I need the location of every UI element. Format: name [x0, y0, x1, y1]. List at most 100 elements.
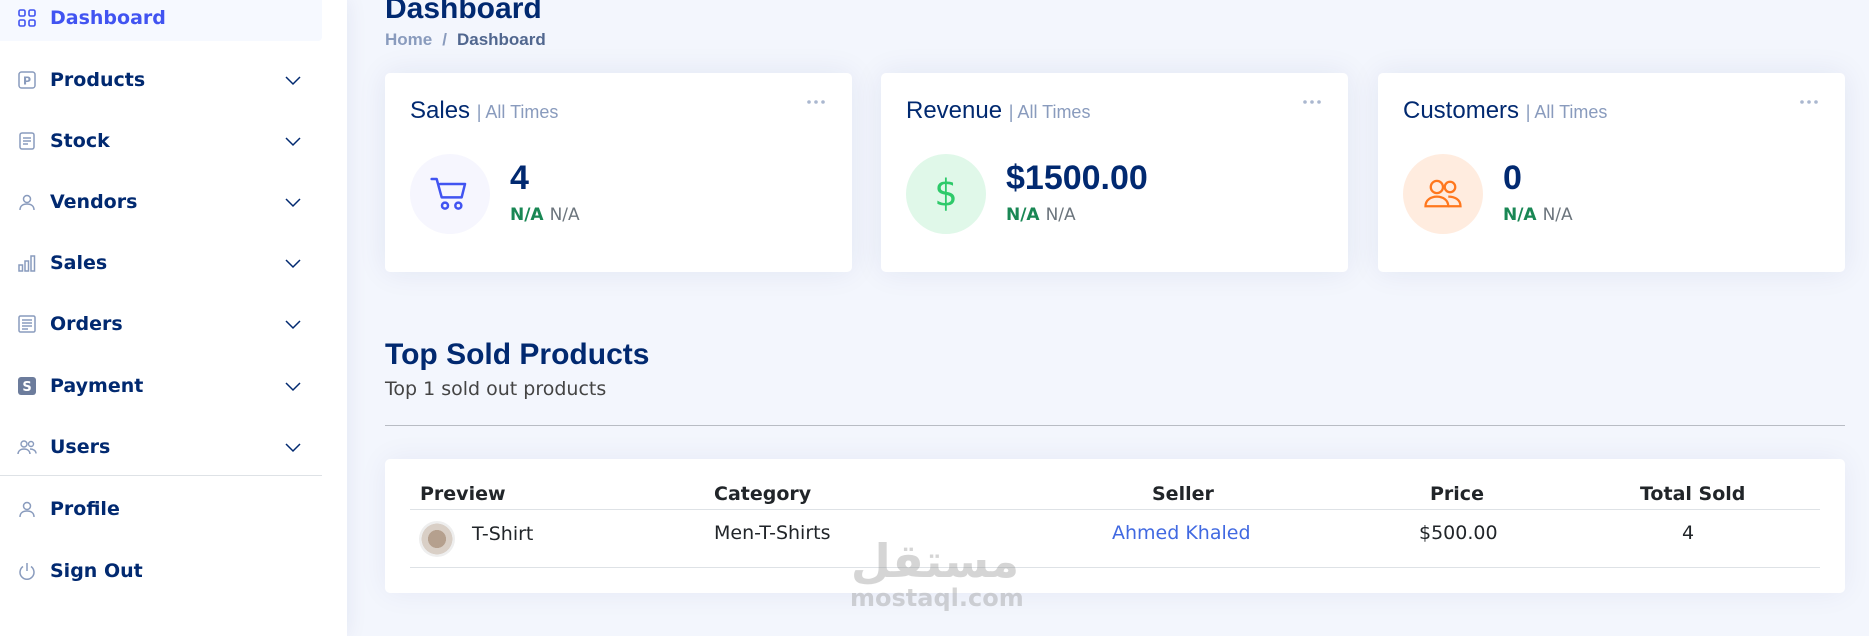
sidebar: Dashboard P Products Stock Vendors Sales — [0, 0, 347, 636]
more-options-icon[interactable] — [1302, 97, 1322, 107]
mostaql-watermark: مستقل mostaql.com — [850, 534, 1024, 628]
sidebar-item-label: Products — [50, 69, 146, 91]
dollar-icon: $ — [934, 174, 957, 214]
list-icon — [16, 130, 38, 152]
chevron-down-icon — [285, 76, 301, 86]
card-period: | All Times — [1008, 102, 1091, 122]
person-icon — [16, 498, 38, 520]
sidebar-item-orders[interactable]: Orders — [0, 301, 322, 347]
card-change-value: N/A — [510, 205, 544, 225]
cart-icon-badge — [410, 154, 490, 234]
dollar-icon-badge: $ — [906, 154, 986, 234]
column-header-seller: Seller — [1152, 483, 1214, 505]
card-title: Customers | All Times — [1403, 97, 1607, 125]
card-title-text: Revenue — [906, 97, 1003, 124]
card-title-text: Customers — [1403, 97, 1520, 124]
card-change: N/A N/A — [1503, 205, 1573, 225]
chevron-down-icon — [285, 382, 301, 392]
product-total-sold: 4 — [1682, 522, 1695, 544]
sidebar-item-label: Payment — [50, 375, 144, 397]
sidebar-item-label: Sales — [50, 252, 108, 274]
card-title: Sales | All Times — [410, 97, 558, 125]
payment-s-icon: S — [16, 375, 38, 397]
sidebar-item-sales[interactable]: Sales — [0, 240, 322, 286]
card-change-value: N/A — [1503, 205, 1537, 225]
grid-icon — [16, 7, 38, 29]
customers-card: Customers | All Times 0 N/A N/A — [1378, 73, 1845, 272]
breadcrumb-separator: / — [442, 30, 447, 49]
column-header-category: Category — [714, 483, 812, 505]
column-header-total-sold: Total Sold — [1640, 483, 1746, 505]
chevron-down-icon — [285, 198, 301, 208]
breadcrumb: Home / Dashboard — [385, 30, 546, 50]
svg-text:P: P — [23, 75, 31, 88]
chevron-down-icon — [285, 443, 301, 453]
breadcrumb-current: Dashboard — [456, 30, 546, 49]
card-change: N/A N/A — [510, 205, 580, 225]
column-header-price: Price — [1430, 483, 1484, 505]
svg-text:S: S — [22, 380, 31, 395]
cart-icon — [430, 177, 467, 210]
more-options-icon[interactable] — [1799, 97, 1819, 107]
product-price: $500.00 — [1419, 522, 1498, 544]
sidebar-item-dashboard[interactable]: Dashboard — [0, 0, 322, 41]
sidebar-item-label: Sign Out — [50, 560, 143, 582]
sidebar-item-label: Users — [50, 436, 111, 458]
sidebar-item-label: Vendors — [50, 191, 138, 213]
header-divider — [410, 509, 1820, 510]
sidebar-item-label: Stock — [50, 130, 110, 152]
page-title: Dashboard — [385, 0, 542, 25]
sidebar-item-users[interactable]: Users — [0, 424, 322, 470]
sidebar-item-label: Orders — [50, 313, 123, 335]
watermark-latin: mostaql.com — [850, 584, 1024, 612]
product-p-icon: P — [16, 69, 38, 91]
sidebar-item-label: Profile — [50, 498, 120, 520]
people-icon — [16, 436, 38, 458]
more-options-icon[interactable] — [806, 97, 826, 107]
card-change-value: N/A — [1006, 205, 1040, 225]
section-title: Top Sold Products — [385, 338, 650, 371]
sales-card: Sales | All Times 4 N/A N/A — [385, 73, 852, 272]
section-subtitle: Top 1 sold out products — [385, 378, 607, 400]
person-icon — [16, 191, 38, 213]
sidebar-item-stock[interactable]: Stock — [0, 118, 322, 164]
card-period: | All Times — [476, 102, 559, 122]
card-change-label: N/A — [1045, 205, 1076, 225]
chevron-down-icon — [285, 137, 301, 147]
card-value: 4 — [510, 159, 529, 197]
watermark-arabic: مستقل — [850, 534, 1020, 588]
section-divider — [385, 425, 1845, 426]
chevron-down-icon — [285, 320, 301, 330]
sidebar-item-vendors[interactable]: Vendors — [0, 179, 322, 225]
people-icon — [1424, 179, 1462, 208]
bar-chart-icon — [16, 252, 38, 274]
sidebar-item-sign-out[interactable]: Sign Out — [0, 548, 322, 594]
people-icon-badge — [1403, 154, 1483, 234]
chevron-down-icon — [285, 259, 301, 269]
sidebar-item-profile[interactable]: Profile — [0, 486, 322, 532]
top-products-table: Preview Category Seller Price Total Sold… — [385, 459, 1845, 593]
power-icon — [16, 560, 38, 582]
product-name: T-Shirt — [472, 523, 534, 545]
sidebar-item-label: Dashboard — [50, 7, 166, 29]
card-change-label: N/A — [1542, 205, 1573, 225]
column-header-preview: Preview — [420, 483, 506, 505]
row-divider — [410, 567, 1820, 568]
card-change: N/A N/A — [1006, 205, 1076, 225]
card-value: $1500.00 — [1006, 159, 1148, 197]
layout-text-icon — [16, 313, 38, 335]
sidebar-item-products[interactable]: P Products — [0, 57, 322, 103]
product-thumbnail — [419, 521, 455, 557]
card-change-label: N/A — [549, 205, 580, 225]
card-period: | All Times — [1525, 102, 1608, 122]
card-title: Revenue | All Times — [906, 97, 1090, 125]
breadcrumb-home-link[interactable]: Home — [385, 30, 432, 50]
card-value: 0 — [1503, 159, 1522, 197]
sidebar-item-payment[interactable]: S Payment — [0, 363, 322, 409]
seller-link[interactable]: Ahmed Khaled — [1112, 522, 1251, 544]
product-category: Men-T-Shirts — [714, 522, 831, 544]
svg-text:$: $ — [934, 174, 957, 214]
card-title-text: Sales — [410, 97, 471, 124]
revenue-card: Revenue | All Times $ $1500.00 N/A N/A — [881, 73, 1348, 272]
sidebar-divider — [0, 475, 322, 476]
